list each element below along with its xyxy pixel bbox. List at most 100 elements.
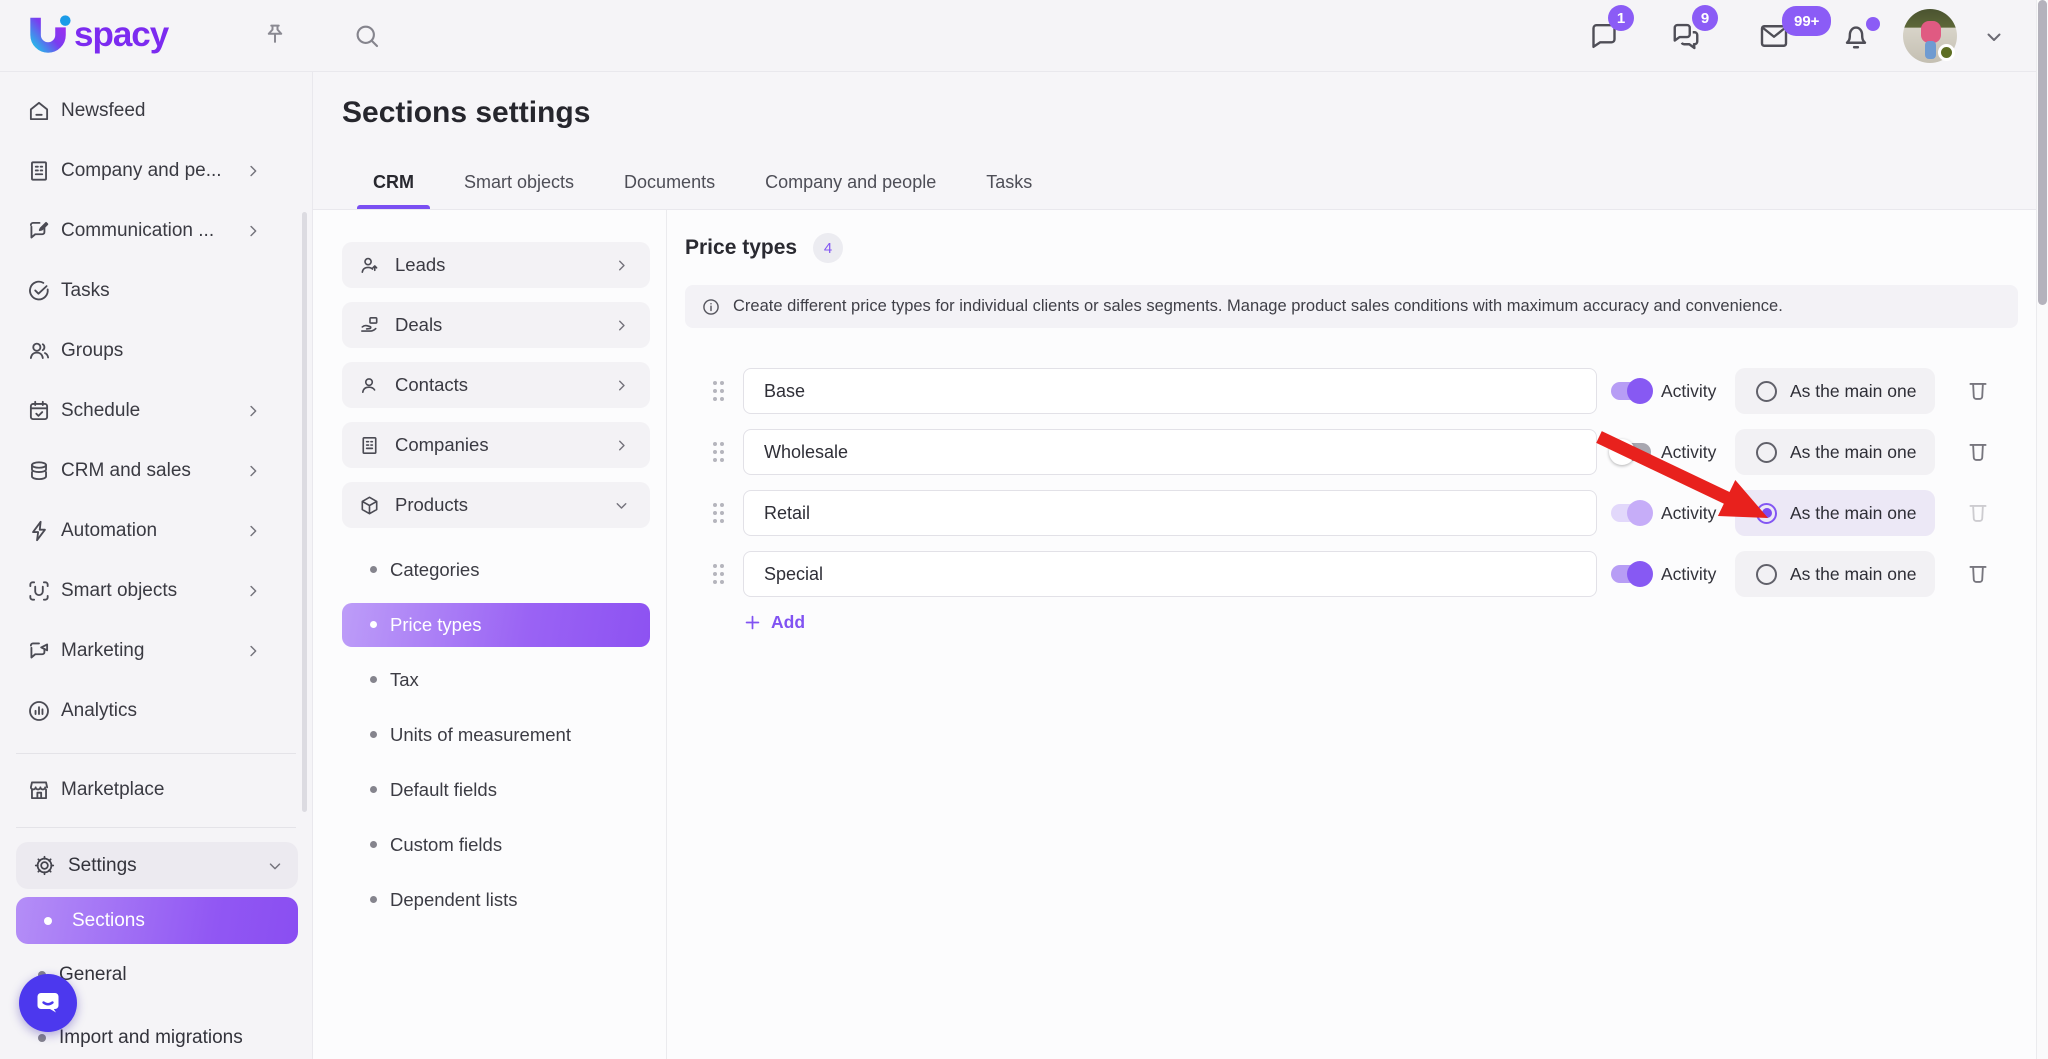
price-type-name-input[interactable] xyxy=(743,429,1597,475)
sidebar-item-analytics[interactable]: Analytics xyxy=(0,681,312,741)
subnav-child-dependent-lists[interactable]: Dependent lists xyxy=(342,872,666,927)
main-radio[interactable]: As the main one xyxy=(1735,429,1935,475)
subnav-child-units-of-measurement[interactable]: Units of measurement xyxy=(342,707,666,762)
main-radio-label: As the main one xyxy=(1790,381,1916,402)
main-radio-label: As the main one xyxy=(1790,442,1916,463)
drag-handle[interactable] xyxy=(713,563,727,585)
bullet-dot xyxy=(370,676,377,683)
add-price-type-button[interactable]: Add xyxy=(743,612,853,633)
chevron-down-icon xyxy=(266,857,284,875)
activity-toggle[interactable] xyxy=(1611,565,1651,583)
sidebar-item-company-and-people[interactable]: Company and pe... xyxy=(0,141,312,201)
brackets-u-icon xyxy=(26,578,52,604)
scrollbar-thumb[interactable] xyxy=(2038,0,2047,305)
main-radio[interactable]: As the main one xyxy=(1735,368,1935,414)
sidebar-item-groups[interactable]: Groups xyxy=(0,321,312,381)
chevron-right-icon xyxy=(244,582,262,600)
activity-toggle[interactable] xyxy=(1611,382,1651,400)
bullet-dot xyxy=(370,841,377,848)
sidebar-item-label: Marketplace xyxy=(61,779,262,801)
radio-icon-checked xyxy=(1756,503,1777,524)
drag-handle[interactable] xyxy=(713,380,727,402)
subnav-item-label: Companies xyxy=(395,434,613,456)
search-icon[interactable] xyxy=(352,21,382,51)
subnav-item-companies[interactable]: Companies xyxy=(342,422,650,468)
main-radio-selected[interactable]: As the main one xyxy=(1735,490,1935,536)
sidebar-item-label: Smart objects xyxy=(61,580,244,602)
price-type-row: Activity As the main one xyxy=(713,490,2036,536)
subnav-item-products[interactable]: Products xyxy=(342,482,650,528)
subnav-item-deals[interactable]: Deals xyxy=(342,302,650,348)
tab-tasks[interactable]: Tasks xyxy=(986,172,1032,209)
gear-icon xyxy=(32,853,57,878)
main-radio[interactable]: As the main one xyxy=(1735,551,1935,597)
subnav-child-categories[interactable]: Categories xyxy=(342,542,666,597)
tab-smart-objects[interactable]: Smart objects xyxy=(464,172,574,209)
drag-handle[interactable] xyxy=(713,441,727,463)
delete-button[interactable] xyxy=(1965,378,1991,404)
sidebar-item-newsfeed[interactable]: Newsfeed xyxy=(0,81,312,141)
uspacy-logo[interactable]: spacy xyxy=(26,12,168,58)
chevron-right-icon xyxy=(244,162,262,180)
sidebar-item-label: CRM and sales xyxy=(61,460,244,482)
page-title: Sections settings xyxy=(342,96,590,130)
sidebar-item-label: Automation xyxy=(61,520,244,542)
sidebar-item-schedule[interactable]: Schedule xyxy=(0,381,312,441)
sidebar-item-communication[interactable]: Communication ... xyxy=(0,201,312,261)
delete-button[interactable] xyxy=(1965,561,1991,587)
subnav-child-label: Default fields xyxy=(390,779,497,801)
subnav-child-label: Dependent lists xyxy=(390,889,518,911)
profile-chevron-down-icon[interactable] xyxy=(1982,25,2006,49)
chevron-right-icon xyxy=(244,402,262,420)
building-icon xyxy=(358,434,381,457)
tabs-bar: CRM Smart objects Documents Company and … xyxy=(373,172,1032,209)
subnav-child-tax[interactable]: Tax xyxy=(342,652,666,707)
sidebar-item-marketplace[interactable]: Marketplace xyxy=(0,760,312,820)
drag-handle[interactable] xyxy=(713,502,727,524)
activity-label: Activity xyxy=(1661,564,1721,585)
window-scrollbar[interactable] xyxy=(2036,0,2048,1059)
delete-button[interactable] xyxy=(1965,439,1991,465)
tab-company-and-people[interactable]: Company and people xyxy=(765,172,936,209)
subnav-item-label: Contacts xyxy=(395,374,613,396)
tab-crm[interactable]: CRM xyxy=(373,172,414,209)
subnav-child-custom-fields[interactable]: Custom fields xyxy=(342,817,666,872)
person-arrow-icon xyxy=(358,254,381,277)
price-type-name-input[interactable] xyxy=(743,551,1597,597)
bullet-dot xyxy=(370,731,377,738)
subnav-child-label: Price types xyxy=(390,614,482,636)
subnav-child-price-types[interactable]: Price types xyxy=(342,603,650,647)
sidebar-item-smart-objects[interactable]: Smart objects xyxy=(0,561,312,621)
activity-toggle[interactable] xyxy=(1611,443,1651,461)
bullet-dot xyxy=(44,917,52,925)
activity-label: Activity xyxy=(1661,503,1721,524)
chevron-down-icon xyxy=(613,497,630,514)
price-type-name-input[interactable] xyxy=(743,490,1597,536)
sidebar-item-tasks[interactable]: Tasks xyxy=(0,261,312,321)
subnav-item-contacts[interactable]: Contacts xyxy=(342,362,650,408)
sidebar-item-settings[interactable]: Settings xyxy=(16,842,298,889)
building-icon xyxy=(26,158,52,184)
topbar: spacy 1 9 99+ xyxy=(0,0,2048,72)
pin-sidebar-icon[interactable] xyxy=(260,20,290,50)
chat-launcher-button[interactable] xyxy=(19,974,77,1032)
megaphone-chat-icon xyxy=(26,638,52,664)
subnav-item-leads[interactable]: Leads xyxy=(342,242,650,288)
tab-documents[interactable]: Documents xyxy=(624,172,715,209)
subnav-child-default-fields[interactable]: Default fields xyxy=(342,762,666,817)
sidebar-item-sections[interactable]: Sections xyxy=(16,897,298,944)
sidebar-scrollbar[interactable] xyxy=(302,212,307,812)
mail-badge: 99+ xyxy=(1782,6,1831,36)
sidebar-item-automation[interactable]: Automation xyxy=(0,501,312,561)
notification-dot xyxy=(1866,17,1880,31)
count-badge: 4 xyxy=(813,233,843,263)
activity-toggle-disabled xyxy=(1611,504,1651,522)
sidebar-item-label: Company and pe... xyxy=(61,160,244,182)
subnav-child-label: Custom fields xyxy=(390,834,502,856)
info-banner: Create different price types for individ… xyxy=(685,285,2018,328)
price-type-name-input[interactable] xyxy=(743,368,1597,414)
sidebar-item-label: Sections xyxy=(72,910,145,932)
sidebar-item-crm-and-sales[interactable]: CRM and sales xyxy=(0,441,312,501)
content-header: Sections settings CRM Smart objects Docu… xyxy=(313,72,2036,210)
sidebar-item-marketing[interactable]: Marketing xyxy=(0,621,312,681)
